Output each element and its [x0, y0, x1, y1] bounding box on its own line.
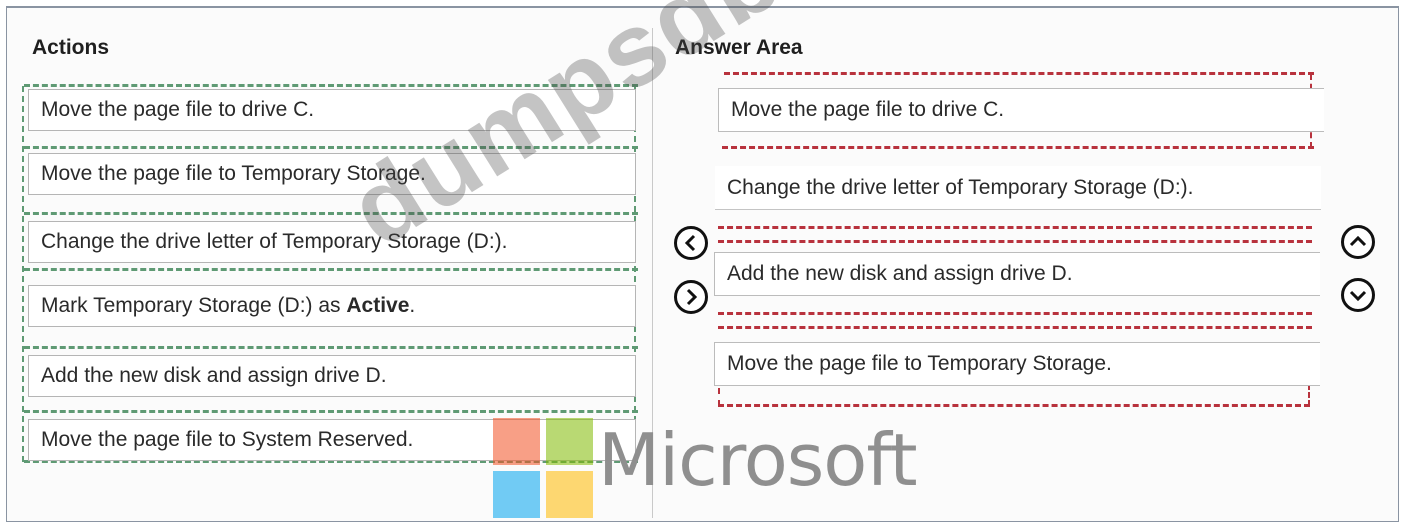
answer-item-label: Change the drive letter of Temporary Sto… — [727, 175, 1194, 199]
answer-drop-guide — [718, 226, 1312, 229]
answer-item-label: Move the page file to drive C. — [731, 98, 1005, 121]
action-item[interactable]: Mark Temporary Storage (D:) as Active. — [28, 285, 636, 327]
answer-item-label: Add the new disk and assign drive D. — [727, 262, 1073, 285]
logo-square-red — [493, 418, 540, 465]
chevron-down-icon — [1349, 290, 1367, 302]
answer-drop-guide — [718, 404, 1310, 407]
actions-heading: Actions — [32, 36, 110, 59]
answer-area-heading: Answer Area — [675, 36, 803, 59]
action-item[interactable]: Change the drive letter of Temporary Sto… — [28, 221, 636, 263]
logo-square-blue — [493, 471, 540, 518]
action-item[interactable]: Move the page file to Temporary Storage. — [28, 153, 636, 195]
logo-square-yellow — [546, 471, 593, 518]
action-item-label: . — [409, 294, 416, 317]
answer-item-label: Move the page file to Temporary Storage. — [727, 352, 1112, 375]
move-right-button[interactable] — [674, 280, 708, 314]
action-drop-guide — [24, 268, 638, 271]
action-item-label: Mark Temporary Storage (D:) as — [41, 294, 347, 317]
logo-square-green — [546, 418, 593, 465]
action-drop-guide — [24, 410, 638, 413]
move-left-button[interactable] — [674, 226, 708, 260]
chevron-right-icon — [686, 288, 698, 306]
answer-item[interactable]: Move the page file to Temporary Storage. — [714, 342, 1320, 386]
action-drop-guide — [24, 212, 638, 215]
answer-drop-guide — [718, 312, 1312, 315]
answer-drop-guide — [718, 240, 1312, 243]
microsoft-logo — [493, 418, 595, 520]
move-up-button[interactable] — [1341, 225, 1375, 259]
action-drop-guide — [634, 86, 636, 462]
action-drop-guide — [22, 86, 24, 462]
chevron-up-icon — [1349, 235, 1367, 247]
answer-drop-guide — [722, 146, 1314, 149]
answer-drop-guide — [1308, 384, 1310, 406]
action-item-label: Move the page file to Temporary Storage. — [41, 162, 426, 185]
answer-drop-guide — [724, 72, 1314, 75]
action-item-label: Change the drive letter of Temporary Sto… — [41, 230, 508, 253]
action-item[interactable]: Move the page file to drive C. — [28, 89, 636, 131]
action-drop-guide — [24, 346, 638, 349]
action-drop-guide — [24, 84, 638, 87]
answer-item[interactable]: Add the new disk and assign drive D. — [714, 252, 1320, 296]
action-item-label: Move the page file to drive C. — [41, 98, 315, 121]
chevron-left-icon — [684, 234, 696, 252]
answer-drop-guide — [718, 326, 1312, 329]
action-item-label: Move the page file to System Reserved. — [41, 428, 414, 451]
answer-item[interactable]: Move the page file to drive C. — [718, 88, 1324, 132]
action-item-label-bold: Active — [346, 294, 410, 317]
action-drop-guide — [24, 146, 638, 149]
action-item-label: Add the new disk and assign drive D. — [41, 364, 387, 387]
action-item[interactable]: Add the new disk and assign drive D. — [28, 355, 636, 397]
move-down-button[interactable] — [1341, 278, 1375, 312]
answer-drop-guide — [718, 388, 720, 406]
panel-divider — [652, 28, 653, 518]
answer-item[interactable]: Change the drive letter of Temporary Sto… — [715, 166, 1321, 210]
